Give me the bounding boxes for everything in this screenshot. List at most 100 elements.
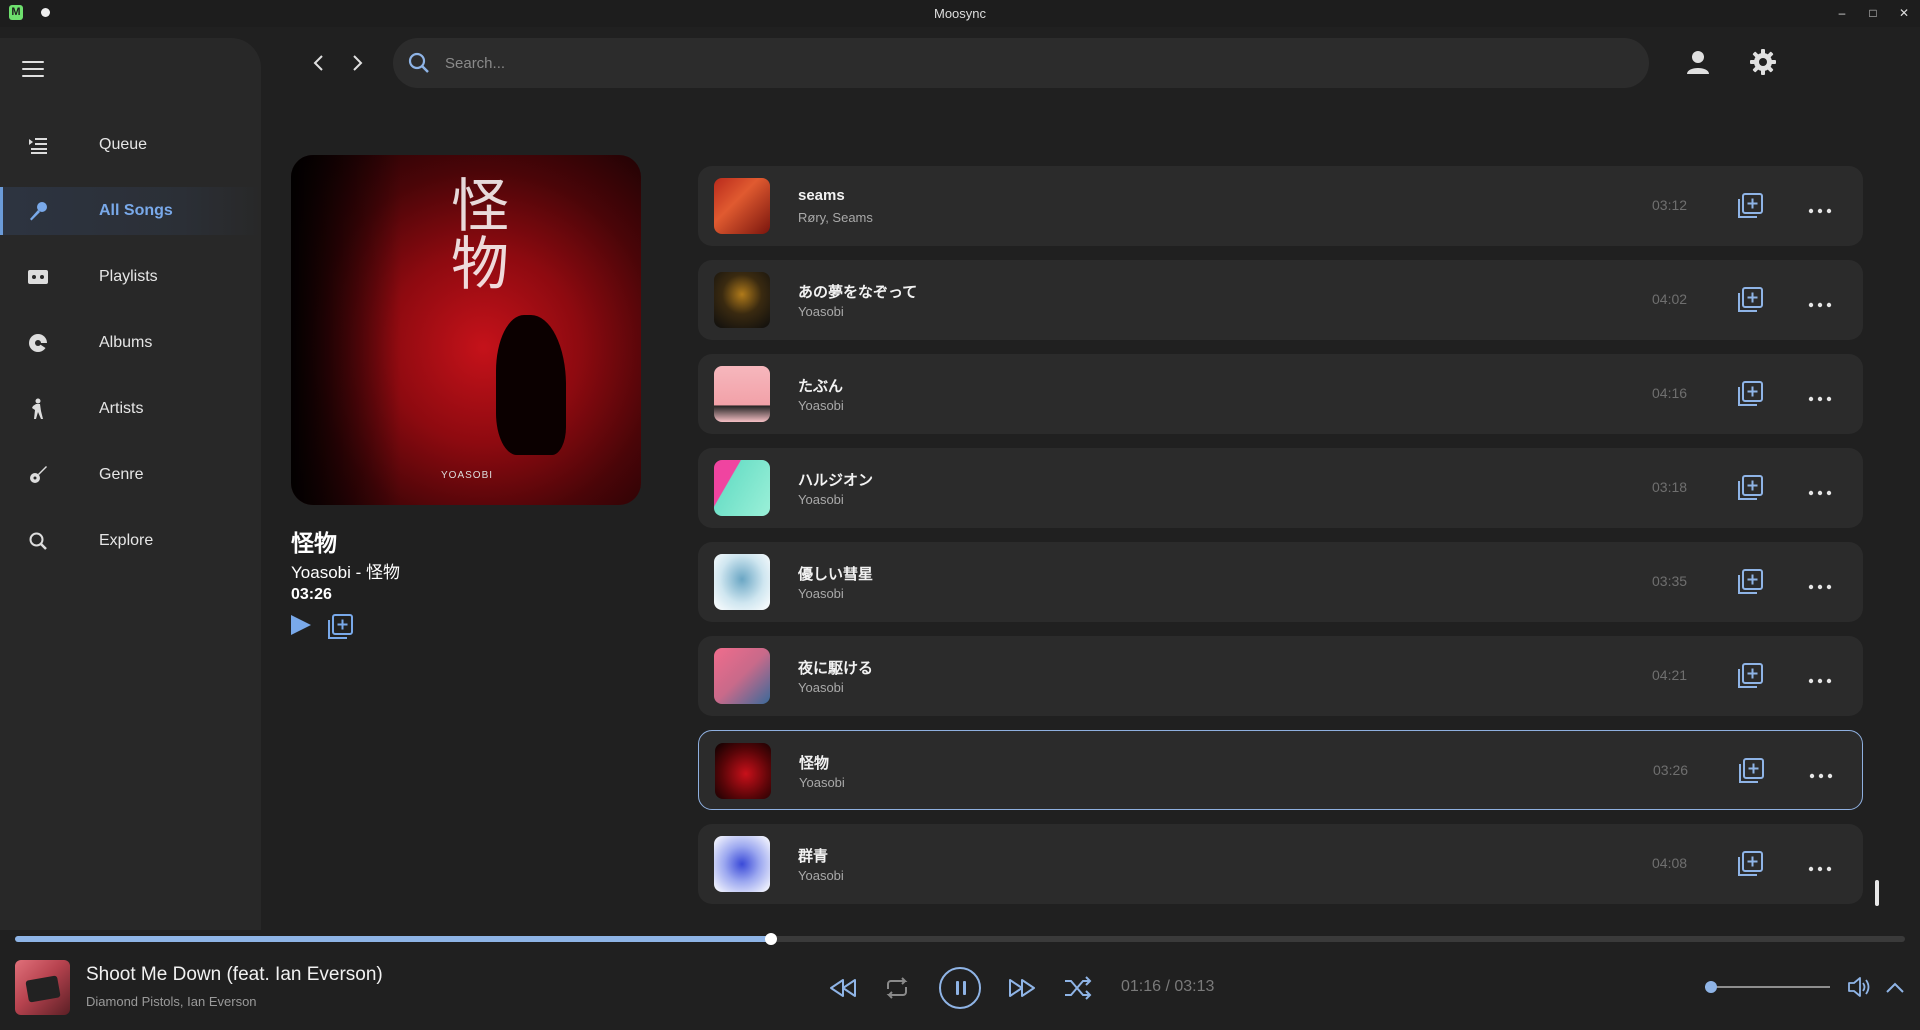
sidebar-item-explore[interactable]: Explore — [0, 517, 261, 565]
guitar-icon — [27, 464, 49, 486]
song-row[interactable]: 怪物 Yoasobi 03:26 — [698, 730, 1863, 810]
song-title: あの夢をなぞって — [798, 284, 918, 301]
sidebar-item-label: Albums — [99, 334, 153, 351]
sidebar-item-label: Explore — [99, 532, 154, 549]
song-detail-subtitle: Yoasobi - 怪物 — [291, 563, 400, 582]
song-row[interactable]: 群青 Yoasobi 04:08 — [698, 824, 1863, 904]
song-row[interactable]: 夜に駆ける Yoasobi 04:21 — [698, 636, 1863, 716]
previous-button[interactable] — [828, 975, 858, 1001]
user-icon — [1687, 51, 1709, 74]
song-title: 怪物 — [799, 755, 830, 772]
add-to-queue-icon[interactable] — [1737, 663, 1763, 689]
pause-button[interactable] — [939, 967, 981, 1009]
sidebar-item-artists[interactable]: Artists — [0, 385, 261, 433]
sidebar-item-queue[interactable]: Queue — [0, 121, 261, 169]
settings-button[interactable] — [1749, 48, 1777, 76]
add-to-queue-button[interactable] — [327, 614, 353, 640]
menu-icon[interactable] — [22, 61, 44, 79]
song-cover — [715, 743, 771, 799]
forward-button[interactable] — [347, 51, 367, 75]
repeat-icon — [886, 977, 908, 999]
maximize-button[interactable]: □ — [1862, 3, 1884, 23]
add-to-queue-icon[interactable] — [1737, 193, 1763, 219]
queue-icon — [27, 134, 49, 156]
song-duration: 03:12 — [1652, 197, 1688, 213]
more-options-icon[interactable] — [1809, 767, 1833, 779]
sidebar-item-all-songs[interactable]: All Songs — [0, 187, 261, 235]
more-options-icon[interactable] — [1808, 296, 1832, 308]
song-duration: 04:02 — [1652, 291, 1688, 307]
playback-time: 01:16 / 03:13 — [1121, 978, 1215, 995]
sidebar-item-label: Artists — [99, 400, 144, 417]
sidebar-item-playlists[interactable]: Playlists — [0, 253, 261, 301]
search-icon — [407, 51, 431, 80]
album-art: 怪物 YOASOBI — [291, 155, 641, 505]
song-duration: 03:35 — [1652, 573, 1688, 589]
more-options-icon[interactable] — [1808, 390, 1832, 402]
album-art-brand: YOASOBI — [441, 470, 494, 481]
song-title: ハルジオン — [798, 472, 874, 489]
add-to-queue-icon[interactable] — [1737, 569, 1763, 595]
disc-icon — [27, 332, 49, 354]
account-button[interactable] — [1684, 48, 1712, 76]
window-title: Moosync — [933, 6, 987, 21]
add-to-queue-icon[interactable] — [1737, 381, 1763, 407]
sidebar-item-albums[interactable]: Albums — [0, 319, 261, 367]
song-row[interactable]: ハルジオン Yoasobi 03:18 — [698, 448, 1863, 528]
add-to-queue-icon[interactable] — [1738, 758, 1764, 784]
now-playing-artist: Diamond Pistols, Ian Everson — [86, 994, 257, 1009]
add-to-queue-icon[interactable] — [1737, 287, 1763, 313]
chevron-up-icon — [1886, 982, 1904, 993]
repeat-button[interactable] — [882, 975, 912, 1001]
song-artist: Yoasobi — [798, 868, 844, 883]
song-artist: Yoasobi — [798, 304, 844, 319]
shuffle-icon — [1065, 976, 1092, 1000]
sidebar-item-label: All Songs — [99, 202, 173, 219]
song-cover — [714, 836, 770, 892]
song-cover — [714, 366, 770, 422]
volume-slider[interactable] — [1705, 986, 1830, 988]
play-icon — [291, 615, 311, 635]
song-artist: Yoasobi — [799, 775, 845, 790]
song-title: たぶん — [798, 378, 844, 395]
song-row[interactable]: seams Røry, Seams 03:12 — [698, 166, 1863, 246]
next-button[interactable] — [1007, 975, 1037, 1001]
add-to-queue-icon — [328, 614, 353, 639]
expand-player-button[interactable] — [1883, 976, 1913, 1002]
song-row[interactable]: たぶん Yoasobi 04:16 — [698, 354, 1863, 434]
add-to-queue-icon[interactable] — [1737, 851, 1763, 877]
song-row[interactable]: 優しい彗星 Yoasobi 03:35 — [698, 542, 1863, 622]
back-button[interactable] — [309, 51, 329, 75]
song-duration: 04:21 — [1652, 667, 1688, 683]
scrollbar[interactable] — [1875, 880, 1879, 906]
more-options-icon[interactable] — [1808, 860, 1832, 872]
fast-forward-icon — [1009, 979, 1035, 997]
play-button[interactable] — [290, 614, 312, 636]
more-options-icon[interactable] — [1808, 578, 1832, 590]
search-input[interactable] — [445, 50, 1595, 76]
song-title: 優しい彗星 — [798, 566, 874, 583]
close-button[interactable]: ✕ — [1893, 3, 1915, 23]
minimize-button[interactable]: – — [1831, 3, 1853, 23]
add-to-queue-icon[interactable] — [1737, 475, 1763, 501]
person-icon — [27, 398, 49, 420]
seek-bar-handle[interactable] — [765, 933, 777, 945]
more-options-icon[interactable] — [1808, 484, 1832, 496]
song-row[interactable]: あの夢をなぞって Yoasobi 04:02 — [698, 260, 1863, 340]
more-options-icon[interactable] — [1808, 672, 1832, 684]
sidebar-item-label: Playlists — [99, 268, 158, 285]
song-cover — [714, 178, 770, 234]
sidebar-item-genre[interactable]: Genre — [0, 451, 261, 499]
song-title: seams — [798, 187, 845, 204]
gear-icon — [1750, 49, 1776, 75]
song-artist: Yoasobi — [798, 586, 844, 601]
song-cover — [714, 554, 770, 610]
song-artist: Yoasobi — [798, 398, 844, 413]
song-artist: Yoasobi — [798, 680, 844, 695]
song-detail-title: 怪物 — [291, 530, 337, 556]
volume-button[interactable] — [1846, 974, 1876, 1000]
more-options-icon[interactable] — [1808, 202, 1832, 214]
shuffle-button[interactable] — [1063, 975, 1093, 1001]
seek-bar[interactable] — [15, 933, 1905, 945]
volume-slider-handle[interactable] — [1705, 981, 1718, 993]
